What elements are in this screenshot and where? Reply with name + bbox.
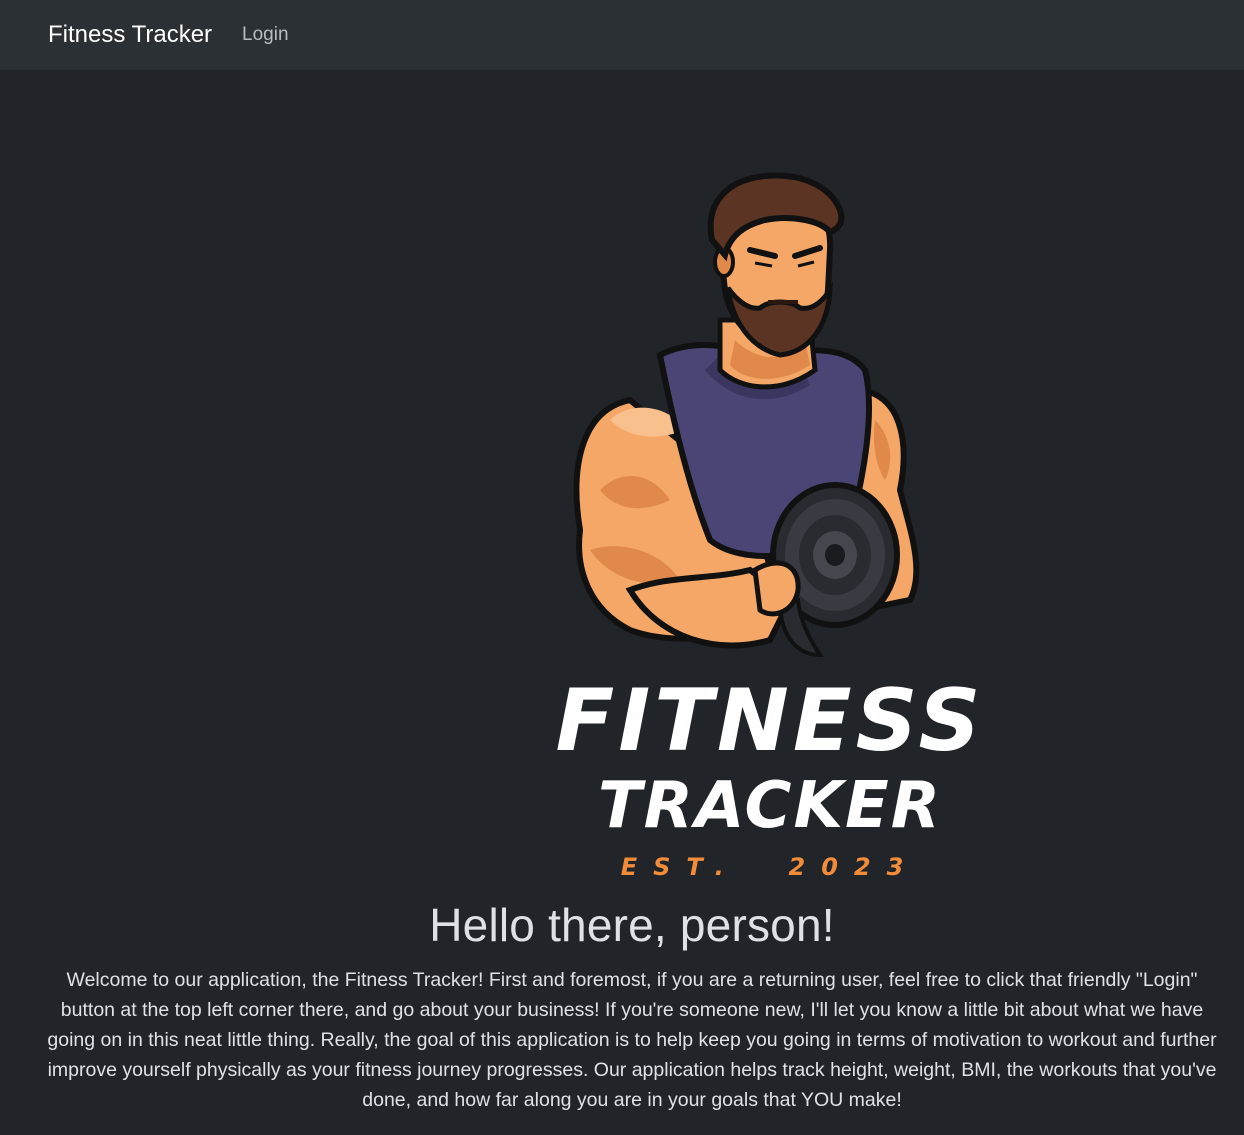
logo-title-fitness: FITNESS — [556, 671, 985, 771]
logo-title-tracker: TRACKER — [598, 769, 942, 843]
login-link[interactable]: Login — [242, 24, 289, 46]
navbar-brand-link[interactable]: Fitness Tracker — [48, 21, 212, 49]
welcome-paragraph: Welcome to our application, the Fitness … — [47, 969, 1217, 1111]
logo-established-year: EST. 2023 — [621, 853, 920, 881]
greeting-heading: Hello there, person! — [429, 899, 835, 951]
bodybuilder-illustration — [573, 172, 920, 658]
top-navbar: Fitness Tracker Login — [0, 0, 1244, 70]
fitness-tracker-logo: FITNESS TRACKER EST. 2023 — [556, 172, 985, 881]
